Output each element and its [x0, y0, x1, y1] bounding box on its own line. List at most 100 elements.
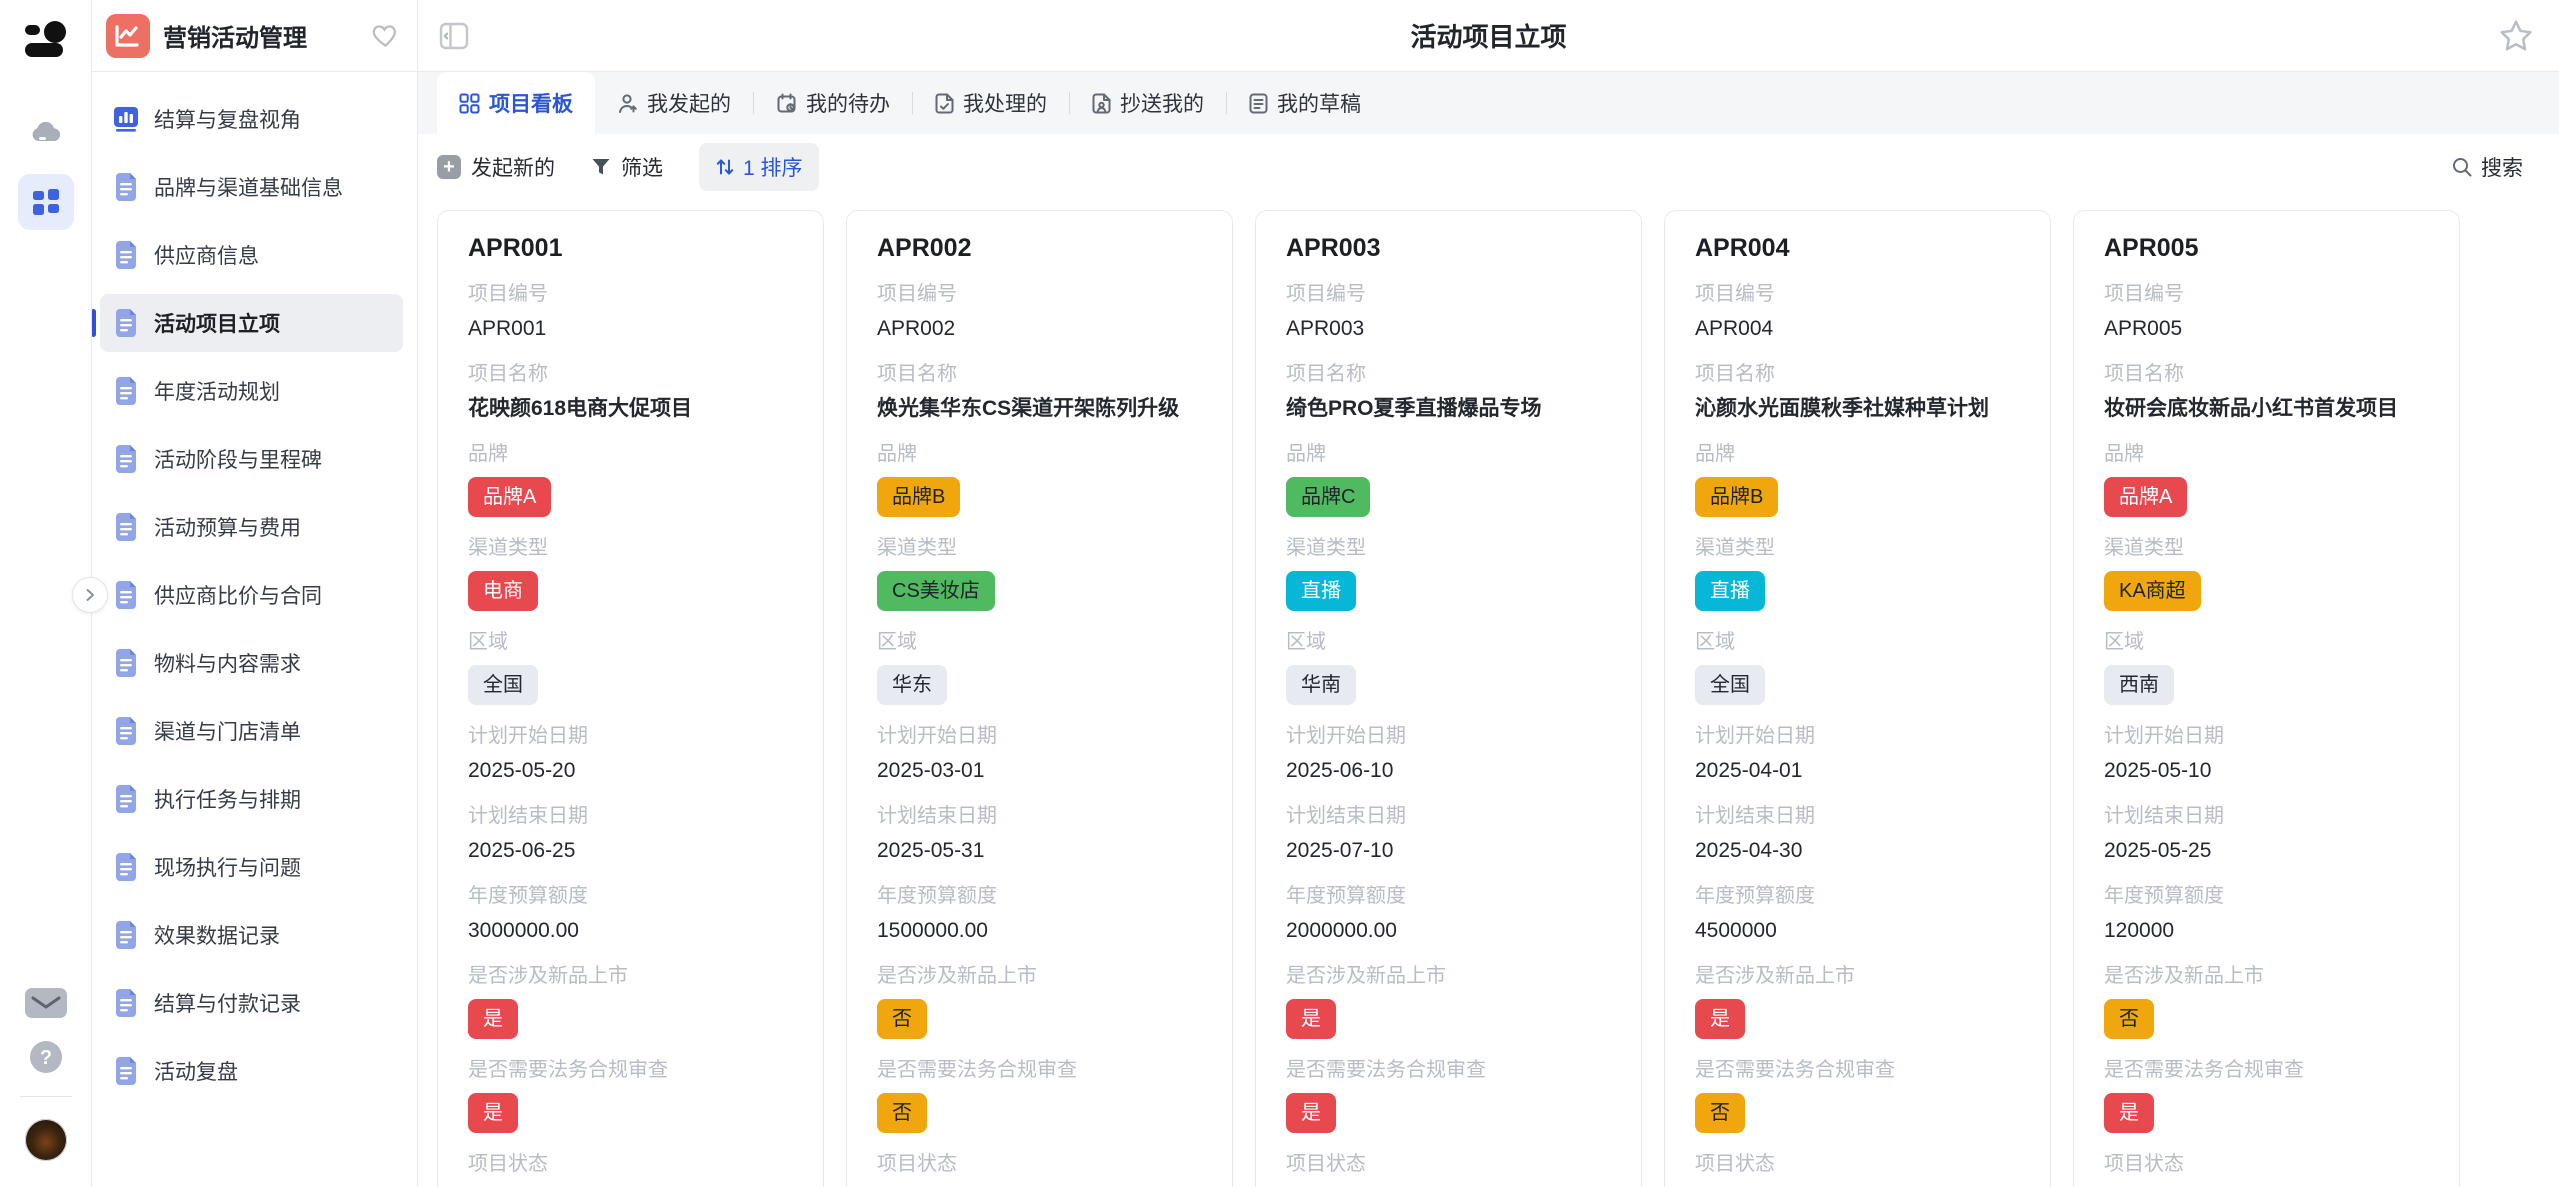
annual_budget-value: 2000000.00: [1286, 917, 1611, 945]
sidebar-item-label: 执行任务与排期: [154, 784, 301, 814]
sidebar-item-6[interactable]: 活动阶段与里程碑: [100, 430, 403, 488]
tab-cc[interactable]: 抄送我的: [1070, 72, 1226, 134]
plus-icon: +: [437, 155, 461, 179]
field-planned_start_date: 计划开始日期2025-03-01: [877, 723, 1202, 785]
cc-icon: [1092, 93, 1111, 114]
filter-button[interactable]: 筛选: [591, 152, 663, 182]
field-label: 年度预算额度: [1695, 883, 2020, 909]
panel-toggle-icon[interactable]: [438, 20, 470, 52]
sidebar-item-1[interactable]: 结算与复盘视角: [100, 90, 403, 148]
tab-draft[interactable]: 我的草稿: [1227, 72, 1383, 134]
sort-icon: [715, 157, 735, 177]
field-planned_start_date: 计划开始日期 2025-05-20: [468, 723, 793, 785]
project_name-value: 焕光集华东CS渠道开架陈列升级: [877, 395, 1202, 423]
sidebar-item-label: 年度活动规划: [154, 376, 280, 406]
search-button[interactable]: 搜索: [2451, 152, 2523, 182]
star-icon[interactable]: [2499, 19, 2533, 52]
rail-divider: [20, 1096, 72, 1097]
sidebar-item-8[interactable]: 供应商比价与合同: [100, 566, 403, 624]
sidebar-item-11[interactable]: 执行任务与排期: [100, 770, 403, 828]
apps-icon[interactable]: [18, 174, 74, 230]
doc-icon: [112, 444, 140, 474]
field-region: 区域华东: [877, 629, 1202, 705]
sidebar-item-3[interactable]: 供应商信息: [100, 226, 403, 284]
field-brand: 品牌品牌C: [1286, 441, 1611, 517]
tab-processed[interactable]: 我处理的: [913, 72, 1069, 134]
main-area: 活动项目立项 项目看板 我发起的 我的待办 我处理的 抄送我的 我的草稿 + 发…: [418, 0, 2559, 1187]
cloud-icon[interactable]: [18, 104, 74, 160]
sidebar-item-label: 供应商比价与合同: [154, 580, 322, 610]
sidebar-item-14[interactable]: 结算与付款记录: [100, 974, 403, 1032]
field-annual_budget: 年度预算额度3000000.00: [468, 883, 793, 945]
brand-badge: 品牌C: [1286, 477, 1370, 517]
sidebar-collapse-button[interactable]: [72, 577, 108, 613]
annual_budget-value: 120000: [2104, 917, 2429, 945]
field-project_name: 项目名称焕光集华东CS渠道开架陈列升级: [877, 361, 1202, 423]
project-card[interactable]: APR005 项目编号APR005项目名称妆研会底妆新品小红书首发项目品牌品牌A…: [2073, 210, 2460, 1187]
doc-icon: [112, 376, 140, 406]
annual_budget-value: 3000000.00: [468, 917, 793, 945]
sidebar-item-7[interactable]: 活动预算与费用: [100, 498, 403, 556]
field-planned_end_date: 计划结束日期2025-04-30: [1695, 803, 2020, 865]
field-label: 项目名称: [2104, 361, 2429, 387]
field-label: 品牌: [1695, 441, 2020, 467]
filter-label: 筛选: [621, 152, 663, 182]
project_name-value: 绮色PRO夏季直播爆品专场: [1286, 395, 1611, 423]
project-card[interactable]: APR004 项目编号APR004项目名称沁颜水光面膜秋季社媒种草计划品牌品牌B…: [1664, 210, 2051, 1187]
user-avatar[interactable]: [25, 1119, 67, 1161]
heart-icon[interactable]: [372, 23, 399, 48]
field-planned_end_date: 计划结束日期2025-06-25: [468, 803, 793, 865]
project_number-value: APR004: [1695, 315, 2020, 343]
tab-label: 我的待办: [806, 88, 890, 118]
sidebar-item-label: 结算与付款记录: [154, 988, 301, 1018]
sidebar-item-12[interactable]: 现场执行与问题: [100, 838, 403, 896]
field-label: 计划结束日期: [1695, 803, 2020, 829]
sort-button[interactable]: 1 排序: [699, 143, 819, 191]
field-channel_type: 渠道类型CS美妆店: [877, 535, 1202, 611]
tab-kanban[interactable]: 项目看板: [437, 72, 595, 134]
create-new-button[interactable]: + 发起新的: [437, 152, 555, 182]
sidebar-menu: 结算与复盘视角 品牌与渠道基础信息 供应商信息 活动项目立项 年度活动规划 活动…: [92, 72, 417, 1110]
sidebar-item-13[interactable]: 效果数据记录: [100, 906, 403, 964]
field-project_name: 项目名称沁颜水光面膜秋季社媒种草计划: [1695, 361, 2020, 423]
field-label: 区域: [2104, 629, 2429, 655]
sidebar-item-5[interactable]: 年度活动规划: [100, 362, 403, 420]
field-legal_review: 是否需要法务合规审查是: [1286, 1057, 1611, 1133]
card-title: APR005: [2104, 233, 2429, 263]
tab-initiated[interactable]: 我发起的: [595, 72, 753, 134]
card-title: APR001: [468, 233, 793, 263]
field-channel_type: 渠道类型直播: [1695, 535, 2020, 611]
field-label: 计划开始日期: [1286, 723, 1611, 749]
tab-todo[interactable]: 我的待办: [754, 72, 912, 134]
annual_budget-value: 4500000: [1695, 917, 2020, 945]
field-label: 计划开始日期: [468, 723, 793, 749]
sidebar-item-9[interactable]: 物料与内容需求: [100, 634, 403, 692]
field-region: 区域华南: [1286, 629, 1611, 705]
project-card[interactable]: APR001 项目编号APR001项目名称花映颜618电商大促项目品牌品牌A渠道…: [437, 210, 824, 1187]
sidebar-item-4[interactable]: 活动项目立项: [100, 294, 403, 352]
sidebar-item-label: 活动项目立项: [154, 308, 280, 338]
planned_start_date-value: 2025-05-20: [468, 757, 793, 785]
field-annual_budget: 年度预算额度1500000.00: [877, 883, 1202, 945]
field-project_number: 项目编号APR005: [2104, 281, 2429, 343]
field-project_number: 项目编号APR004: [1695, 281, 2020, 343]
field-project_name: 项目名称花映颜618电商大促项目: [468, 361, 793, 423]
project-card[interactable]: APR002 项目编号APR002项目名称焕光集华东CS渠道开架陈列升级品牌品牌…: [846, 210, 1233, 1187]
help-icon[interactable]: ?: [29, 1040, 63, 1074]
field-label: 项目编号: [468, 281, 793, 307]
sidebar-item-2[interactable]: 品牌与渠道基础信息: [100, 158, 403, 216]
field-label: 是否涉及新品上市: [1695, 963, 2020, 989]
workspace-logo[interactable]: [23, 18, 69, 64]
field-label: 是否需要法务合规审查: [877, 1057, 1202, 1083]
field-planned_start_date: 计划开始日期2025-04-01: [1695, 723, 2020, 785]
field-new_product_launch: 是否涉及新品上市是: [468, 963, 793, 1039]
doc-icon: [112, 308, 140, 338]
mail-icon[interactable]: [25, 988, 67, 1018]
doc-icon: [112, 716, 140, 746]
planned_end_date-value: 2025-05-31: [877, 837, 1202, 865]
project-card[interactable]: APR003 项目编号APR003项目名称绮色PRO夏季直播爆品专场品牌品牌C渠…: [1255, 210, 1642, 1187]
sidebar-item-15[interactable]: 活动复盘: [100, 1042, 403, 1100]
field-planned_start_date: 计划开始日期2025-06-10: [1286, 723, 1611, 785]
sidebar-item-10[interactable]: 渠道与门店清单: [100, 702, 403, 760]
field-project_number: 项目编号APR002: [877, 281, 1202, 343]
